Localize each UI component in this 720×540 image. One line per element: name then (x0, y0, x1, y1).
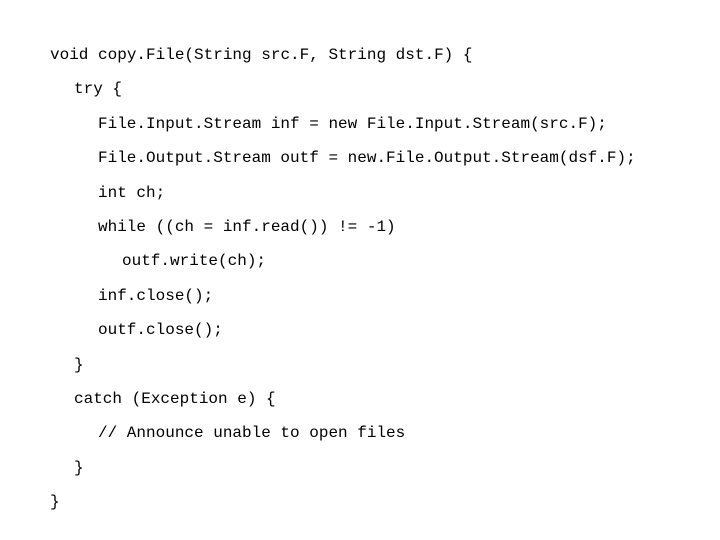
code-line-9: outf.close(); (50, 313, 720, 347)
code-line-10: } (50, 348, 720, 382)
code-line-7: outf.write(ch); (50, 244, 720, 278)
code-line-14: } (50, 485, 720, 519)
code-line-1: void copy.File(String src.F, String dst.… (50, 38, 720, 72)
code-line-8: inf.close(); (50, 279, 720, 313)
code-line-5: int ch; (50, 176, 720, 210)
code-line-2: try { (50, 72, 720, 106)
code-line-12: // Announce unable to open files (50, 416, 720, 450)
code-line-6: while ((ch = inf.read()) != -1) (50, 210, 720, 244)
code-line-4: File.Output.Stream outf = new.File.Outpu… (50, 141, 720, 175)
code-line-3: File.Input.Stream inf = new File.Input.S… (50, 107, 720, 141)
code-line-13: } (50, 451, 720, 485)
code-line-11: catch (Exception e) { (50, 382, 720, 416)
